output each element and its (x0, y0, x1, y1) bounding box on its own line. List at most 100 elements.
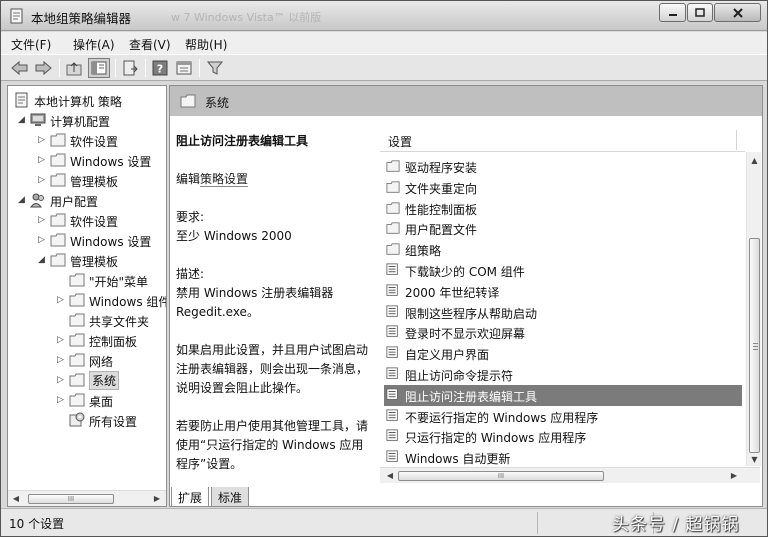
tree-item-label: "开始"菜单 (89, 275, 149, 289)
menu-view[interactable]: 查看(V) (129, 36, 171, 53)
setting-icon (386, 388, 398, 400)
menu-help[interactable]: 帮助(H) (185, 36, 227, 53)
setting-row[interactable]: 登录时不显示欢迎屏幕 (384, 322, 742, 343)
tree-item[interactable]: ▷ 软件设置 (8, 210, 166, 230)
setting-row[interactable]: 下载缺少的 COM 组件 (384, 260, 742, 281)
scroll-right-icon[interactable]: ▶ (151, 493, 163, 505)
maximize-button[interactable] (687, 3, 713, 22)
minimize-button[interactable] (659, 3, 686, 22)
toolbar-separator (115, 59, 116, 77)
expand-arrow-icon[interactable]: ▷ (57, 334, 67, 346)
tree-item-label: 软件设置 (70, 135, 119, 149)
setting-row[interactable]: 不要运行指定的 Windows 应用程序 (384, 406, 742, 427)
scroll-left-icon[interactable]: ◀ (384, 470, 396, 482)
tree-item[interactable]: ◢ 用户配置 (8, 190, 166, 210)
folder-icon (386, 222, 400, 235)
tab-extended[interactable]: 扩展 (171, 487, 210, 507)
extended-view-button[interactable] (175, 59, 193, 77)
folder-icon (69, 333, 85, 347)
details-header: 系统 (170, 86, 762, 116)
expand-arrow-icon[interactable]: ▷ (57, 354, 67, 366)
scroll-thumb[interactable]: III (28, 494, 114, 504)
tree-item[interactable]: ◢ 管理模板 (8, 250, 166, 270)
expand-arrow-icon[interactable]: ▷ (57, 394, 67, 406)
close-button[interactable] (714, 3, 761, 22)
tree-horizontal-scrollbar[interactable]: ◀ III ▶ (8, 490, 166, 506)
tree-item[interactable]: ▷ 系统 (8, 370, 166, 390)
details-pane: 系统 阻止访问注册表编辑工具 编辑策略设置 要求: 至少 Windows 200… (169, 85, 763, 507)
all-settings-icon (69, 412, 85, 427)
settings-list[interactable]: 设置 驱动程序安装 文件夹重定向 性能控制面板 用户配置文件组策略 下载缺少的 COM … (380, 122, 761, 490)
window-title: 本地组策略编辑器 (31, 11, 132, 26)
help-button[interactable]: ? (151, 59, 169, 77)
setting-row[interactable]: 自定义用户界面 (384, 343, 742, 364)
up-one-level-button[interactable] (65, 59, 83, 77)
thumb-grip (753, 349, 758, 350)
show-hide-tree-icon (91, 61, 107, 75)
forward-button[interactable] (34, 59, 52, 77)
setting-row[interactable]: 只运行指定的 Windows 应用程序 (384, 426, 742, 447)
setting-row[interactable]: 驱动程序安装 (384, 156, 742, 177)
tree-item[interactable]: 所有设置 (8, 410, 166, 430)
tree-item[interactable]: ▷ 桌面 (8, 390, 166, 410)
tree-item[interactable]: ▷ 控制面板 (8, 330, 166, 350)
expand-arrow-icon[interactable]: ▷ (38, 234, 48, 246)
help-icon: ? (152, 60, 168, 76)
settings-column-header[interactable]: 设置 (380, 126, 745, 152)
filter-button[interactable] (206, 59, 224, 77)
collapse-arrow-icon[interactable]: ◢ (18, 194, 28, 206)
setting-row[interactable]: 阻止访问注册表编辑工具 (384, 384, 742, 406)
scroll-thumb[interactable]: III (398, 471, 604, 481)
tree-item[interactable]: ▷ Windows 设置 (8, 150, 166, 170)
edit-policy-link[interactable]: 策略设置 (200, 172, 249, 187)
edit-policy-line: 编辑策略设置 (176, 170, 376, 189)
tree-item[interactable]: ▷ Windows 组件 (8, 290, 166, 310)
menu-file[interactable]: 文件(F) (11, 36, 51, 53)
toolbar-separator (145, 59, 146, 77)
expand-arrow-icon[interactable]: ▷ (57, 374, 67, 386)
tab-standard[interactable]: 标准 (211, 487, 250, 507)
expand-arrow-icon[interactable]: ▷ (38, 154, 48, 166)
setting-icon (386, 429, 398, 442)
scroll-thumb[interactable] (749, 238, 760, 453)
setting-row[interactable]: 阻止访问命令提示符 (384, 364, 742, 385)
tree-item[interactable]: 本地计算机 策略 (8, 90, 166, 110)
setting-row[interactable]: 2000 年世纪转译 (384, 281, 742, 302)
setting-row[interactable]: Windows 自动更新 (384, 447, 742, 468)
scroll-left-icon[interactable]: ◀ (10, 493, 22, 505)
setting-row[interactable]: 限制这些程序从帮助启动 (384, 302, 742, 323)
scroll-up-icon[interactable]: ▲ (749, 155, 760, 166)
tree-item[interactable]: ▷ 软件设置 (8, 130, 166, 150)
tree-pane[interactable]: 本地计算机 策略 ◢ 计算机配置 ▷ 软件设置 ▷ Windows 设置 ▷ 管理模板 ◢ 用户配置… (7, 85, 167, 507)
setting-description: 阻止访问注册表编辑工具 编辑策略设置 要求: 至少 Windows 2000 描… (176, 132, 376, 474)
folder-icon (50, 233, 66, 247)
setting-row[interactable]: 用户配置文件 (384, 218, 742, 239)
column-divider[interactable] (736, 130, 737, 150)
setting-row[interactable]: 文件夹重定向 (384, 177, 742, 198)
setting-label: 组策略 (405, 244, 442, 259)
expand-arrow-icon[interactable]: ▷ (38, 214, 48, 226)
menu-action[interactable]: 操作(A) (73, 36, 115, 53)
toolbar: ? (1, 54, 767, 81)
settings-vertical-scrollbar[interactable]: ▲ ▼ (746, 152, 761, 466)
tree-item[interactable]: ▷ Windows 设置 (8, 230, 166, 250)
tree-item[interactable]: ▷ 管理模板 (8, 170, 166, 190)
show-hide-tree-button[interactable] (88, 58, 110, 78)
collapse-arrow-icon[interactable]: ◢ (38, 254, 48, 266)
scroll-down-icon[interactable]: ▼ (749, 454, 760, 465)
settings-horizontal-scrollbar[interactable]: ◀ III ▶ (380, 467, 760, 483)
expand-arrow-icon[interactable]: ▷ (38, 134, 48, 146)
setting-row[interactable]: 组策略 (384, 239, 742, 260)
export-list-button[interactable] (121, 59, 139, 77)
expand-arrow-icon[interactable]: ▷ (57, 294, 67, 306)
expand-arrow-icon[interactable]: ▷ (38, 174, 48, 186)
title-bar[interactable]: 本地组策略编辑器 w 7 Windows Vista™ 以前版 (1, 1, 767, 31)
back-button[interactable] (11, 59, 29, 77)
tree-item[interactable]: "开始"菜单 (8, 270, 166, 290)
tree-item[interactable]: ▷ 网络 (8, 350, 166, 370)
tree-item[interactable]: 共享文件夹 (8, 310, 166, 330)
setting-row[interactable]: 性能控制面板 (384, 198, 742, 219)
scroll-right-icon[interactable]: ▶ (728, 470, 740, 482)
collapse-arrow-icon[interactable]: ◢ (18, 114, 28, 126)
tree-item[interactable]: ◢ 计算机配置 (8, 110, 166, 130)
